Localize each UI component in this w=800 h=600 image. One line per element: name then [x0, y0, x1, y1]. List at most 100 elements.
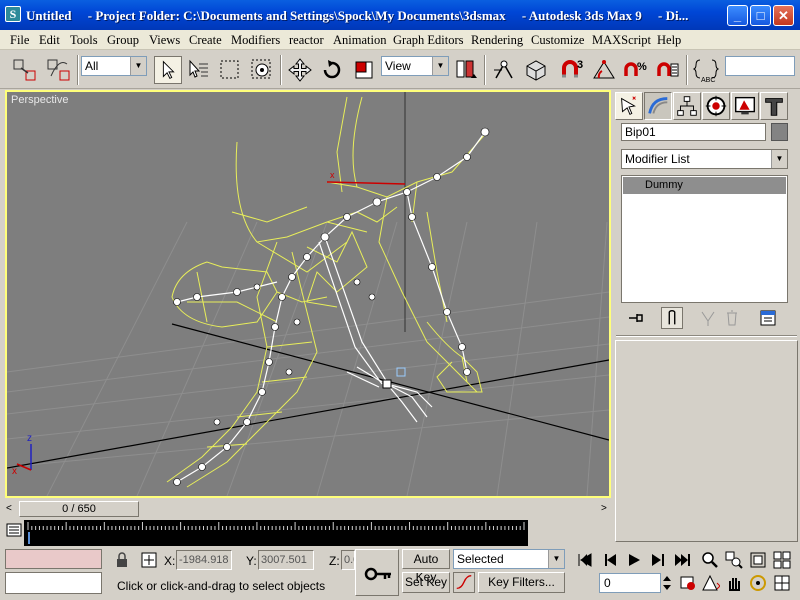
previous-frame-icon[interactable] — [600, 550, 620, 570]
hierarchy-tab-icon[interactable] — [673, 92, 701, 120]
next-frame-icon[interactable] — [648, 550, 668, 570]
maximize-viewport-icon[interactable] — [772, 573, 792, 593]
current-frame-field[interactable]: 0 — [599, 573, 661, 593]
perspective-viewport[interactable]: Perspective x z x — [5, 90, 611, 498]
menu-rendering[interactable]: Rendering — [471, 33, 523, 48]
y-coordinate-field[interactable]: 3007.501 — [258, 550, 314, 570]
auto-key-button[interactable]: Auto Key — [402, 549, 450, 584]
utilities-tab-icon[interactable] — [760, 92, 788, 120]
default-tangent-icon[interactable] — [453, 572, 475, 593]
chevron-down-icon: ▼ — [771, 150, 787, 168]
reference-coord-dropdown[interactable]: View ▼ — [381, 56, 449, 76]
keyboard-shortcut-icon[interactable] — [522, 56, 550, 84]
close-button[interactable]: ✕ — [773, 5, 794, 26]
key-filters-button[interactable]: Key Filters... — [478, 572, 565, 593]
title-bar[interactable]: S Untitled - Project Folder: C:\Document… — [0, 0, 800, 30]
maxscript-listener-input[interactable] — [5, 572, 102, 594]
select-and-rotate-icon[interactable] — [318, 56, 346, 84]
time-slider[interactable]: 0 / 650 — [19, 501, 139, 517]
axis-z-label: z — [27, 433, 32, 444]
chevron-down-icon: ▼ — [432, 57, 448, 75]
set-key-button[interactable]: Set Key — [402, 572, 450, 593]
frame-spinner-icon[interactable] — [661, 573, 673, 593]
select-object-icon[interactable] — [154, 56, 182, 84]
zoom-all-icon[interactable] — [724, 550, 744, 570]
z-coordinate-field[interactable]: 0.0 — [341, 550, 355, 570]
zoom-icon[interactable] — [700, 550, 720, 570]
unlink-selection-icon[interactable] — [45, 56, 73, 84]
percent-snap-icon[interactable]: % — [622, 56, 650, 84]
bip-root-node[interactable] — [382, 379, 392, 389]
track-bar[interactable] — [24, 520, 528, 546]
modifier-stack[interactable]: Dummy — [621, 175, 788, 303]
menu-help[interactable]: Help — [657, 33, 681, 48]
menu-file[interactable]: File — [10, 33, 29, 48]
field-of-view-icon[interactable] — [700, 573, 720, 593]
toolbar-separator — [77, 55, 79, 85]
rectangular-selection-icon[interactable] — [216, 56, 244, 84]
object-name-field[interactable]: Bip01 — [621, 123, 766, 141]
menu-modifiers[interactable]: Modifiers — [231, 33, 280, 48]
edit-named-selection-icon[interactable]: ABC — [692, 56, 720, 84]
menu-reactor[interactable]: reactor — [289, 33, 324, 48]
menu-views[interactable]: Views — [149, 33, 180, 48]
stack-item-dummy[interactable]: Dummy — [623, 177, 786, 194]
current-frame-marker[interactable] — [28, 532, 30, 544]
select-by-name-icon[interactable] — [184, 56, 212, 84]
maximize-button[interactable]: □ — [750, 5, 771, 26]
prev-frame-arrow[interactable]: < — [6, 503, 12, 514]
absolute-mode-icon[interactable] — [140, 550, 158, 570]
modifier-list-dropdown[interactable]: Modifier List ▼ — [621, 149, 788, 169]
selection-filter-dropdown[interactable]: All ▼ — [81, 56, 147, 76]
menu-group[interactable]: Group — [107, 33, 139, 48]
time-slider-bar: < 0 / 650 > — [5, 500, 611, 518]
bip-com-icon[interactable] — [396, 367, 406, 377]
menu-maxscript[interactable]: MAXScript — [592, 33, 651, 48]
pivot-center-icon[interactable] — [452, 56, 480, 84]
create-tab-icon[interactable] — [615, 92, 643, 120]
zoom-extents-all-icon[interactable] — [772, 550, 792, 570]
show-end-result-icon[interactable] — [661, 307, 683, 329]
window-crossing-icon[interactable] — [248, 56, 276, 84]
motion-tab-icon[interactable] — [702, 92, 730, 120]
menu-animation[interactable]: Animation — [333, 33, 386, 48]
zoom-extents-icon[interactable] — [748, 550, 768, 570]
arc-rotate-icon[interactable] — [748, 573, 768, 593]
set-key-mode-button[interactable] — [355, 549, 399, 596]
menu-create[interactable]: Create — [189, 33, 222, 48]
angle-snap-icon[interactable] — [590, 56, 618, 84]
go-to-end-icon[interactable] — [672, 550, 692, 570]
mini-curve-editor-toggle[interactable] — [5, 519, 23, 545]
select-and-manipulate-icon[interactable] — [490, 56, 518, 84]
pin-stack-icon[interactable] — [625, 307, 647, 329]
x-coordinate-field[interactable]: -1984.918 — [176, 550, 232, 570]
menu-edit[interactable]: Edit — [39, 33, 60, 48]
play-icon[interactable] — [624, 550, 644, 570]
named-selection-set-field[interactable] — [725, 56, 795, 76]
select-and-move-icon[interactable] — [286, 56, 314, 84]
key-filter-selection-dropdown[interactable]: Selected ▼ — [453, 549, 565, 569]
configure-modifier-sets-icon[interactable] — [757, 307, 779, 329]
display-tab-icon[interactable] — [731, 92, 759, 120]
toolbar-separator — [484, 55, 486, 85]
pan-hand-icon[interactable] — [724, 573, 744, 593]
command-panel: Bip01 Modifier List ▼ Dummy — [613, 90, 800, 545]
maxscript-listener-output[interactable] — [5, 549, 102, 569]
key-mode-toggle-icon[interactable] — [678, 573, 698, 593]
select-and-link-icon[interactable] — [11, 56, 39, 84]
minimize-button[interactable]: _ — [727, 5, 748, 26]
next-frame-arrow[interactable]: > — [601, 503, 607, 514]
menu-customize[interactable]: Customize — [531, 33, 584, 48]
lock-selection-icon[interactable] — [114, 551, 130, 569]
snap-toggle-icon[interactable]: 3 — [558, 56, 586, 84]
menu-graph-editors[interactable]: Graph Editors — [393, 33, 463, 48]
object-color-swatch[interactable] — [771, 123, 788, 141]
remove-modifier-icon[interactable] — [721, 307, 743, 329]
go-to-start-icon[interactable] — [575, 550, 595, 570]
spinner-snap-icon[interactable] — [654, 56, 682, 84]
app-icon[interactable]: S — [5, 6, 21, 22]
make-unique-icon[interactable] — [697, 307, 719, 329]
modify-tab-icon[interactable] — [644, 92, 672, 120]
menu-tools[interactable]: Tools — [70, 33, 98, 48]
select-and-scale-icon[interactable] — [350, 56, 378, 84]
